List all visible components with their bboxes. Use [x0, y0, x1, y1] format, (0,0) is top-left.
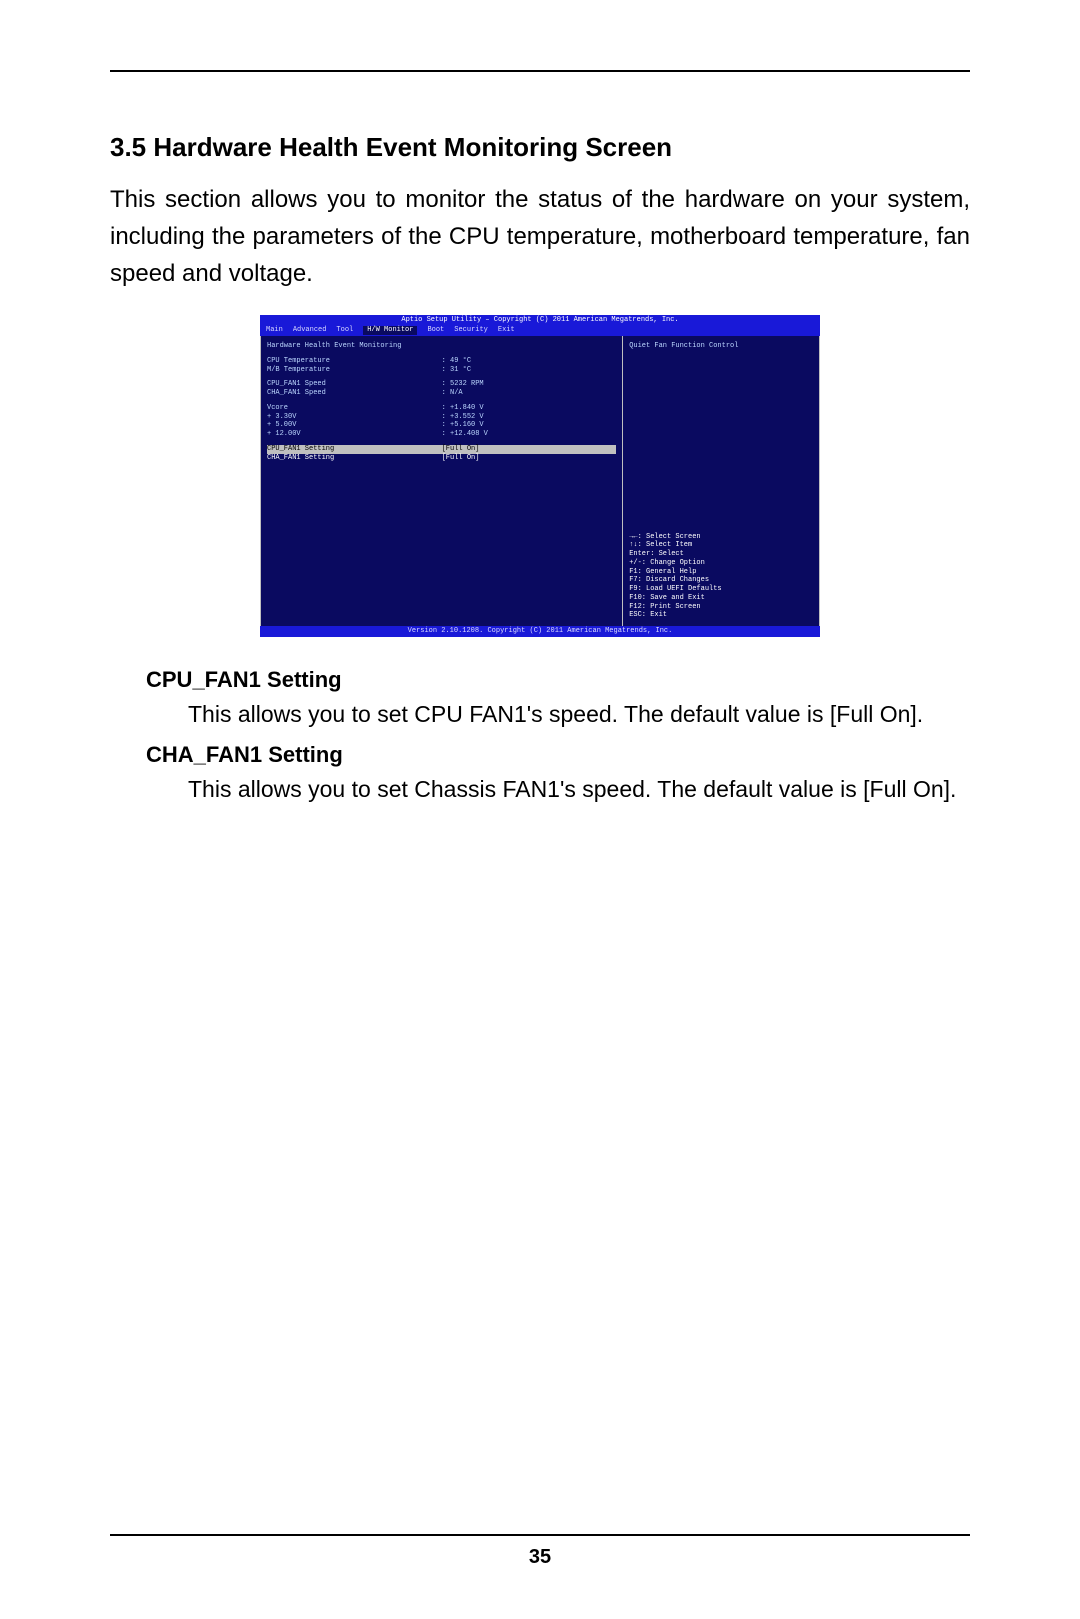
bios-menu-advanced[interactable]: Advanced [293, 326, 327, 335]
bios-row-cpu-fan1-setting[interactable]: CPU_FAN1 Setting [Full On] [267, 445, 616, 454]
bios-key: +/-: Change Option [629, 559, 813, 568]
bios-row-value: : +12.408 V [442, 430, 617, 439]
bios-row-value: [Full On] [442, 454, 617, 463]
item-body-cpu-fan1: This allows you to set CPU FAN1's speed.… [188, 697, 970, 733]
bios-row-label: CPU Temperature [267, 357, 442, 366]
bios-row-label: + 12.00V [267, 430, 442, 439]
bios-row-label: + 5.00V [267, 421, 442, 430]
item-title-cpu-fan1: CPU_FAN1 Setting [146, 667, 970, 693]
item-body-cha-fan1: This allows you to set Chassis FAN1's sp… [188, 772, 970, 808]
section-title: 3.5 Hardware Health Event Monitoring Scr… [110, 132, 970, 163]
bios-key: F1: General Help [629, 568, 813, 577]
bios-row-label: CHA_FAN1 Setting [267, 454, 442, 463]
bios-key: F12: Print Screen [629, 603, 813, 612]
bios-titlebar: Aptio Setup Utility – Copyright (C) 2011… [260, 315, 820, 326]
top-rule [110, 70, 970, 72]
bios-item-help: Quiet Fan Function Control [629, 342, 813, 351]
bios-row-value: : N/A [442, 389, 617, 398]
bios-key: ESC: Exit [629, 611, 813, 620]
bios-screen-header: Hardware Health Event Monitoring [267, 342, 616, 351]
bios-row-label: CHA_FAN1 Speed [267, 389, 442, 398]
bios-menu-hwmonitor[interactable]: H/W Monitor [363, 326, 417, 335]
bios-row: CPU Temperature : 49 °C [267, 357, 616, 366]
bios-row-label: CPU_FAN1 Speed [267, 380, 442, 389]
bios-row: + 3.30V : +3.552 V [267, 413, 616, 422]
bios-key-help: →←: Select Screen ↑↓: Select Item Enter:… [629, 533, 813, 621]
bios-row-label: + 3.30V [267, 413, 442, 422]
bios-menu-main[interactable]: Main [266, 326, 283, 335]
bios-row-value: [Full On] [442, 445, 617, 454]
bios-screenshot: Aptio Setup Utility – Copyright (C) 2011… [260, 315, 820, 637]
bios-row: CHA_FAN1 Speed : N/A [267, 389, 616, 398]
page-footer: 35 [110, 1534, 970, 1569]
bios-key: ↑↓: Select Item [629, 541, 813, 550]
bios-menu-security[interactable]: Security [454, 326, 488, 335]
bios-row-value: : +1.840 V [442, 404, 617, 413]
bios-row: + 5.00V : +5.160 V [267, 421, 616, 430]
bios-row: M/B Temperature : 31 °C [267, 366, 616, 375]
bios-key: F10: Save and Exit [629, 594, 813, 603]
bios-footer: Version 2.10.1208. Copyright (C) 2011 Am… [260, 626, 820, 637]
bios-row: + 12.00V : +12.408 V [267, 430, 616, 439]
bios-row-value: : 31 °C [442, 366, 617, 375]
page-number: 35 [110, 1546, 970, 1569]
bios-body: Hardware Health Event Monitoring CPU Tem… [260, 336, 820, 626]
section-intro: This section allows you to monitor the s… [110, 181, 970, 293]
bios-menubar: Main Advanced Tool H/W Monitor Boot Secu… [260, 325, 820, 336]
bios-menu-boot[interactable]: Boot [427, 326, 444, 335]
bios-row-label: M/B Temperature [267, 366, 442, 375]
bios-row-value: : +3.552 V [442, 413, 617, 422]
bios-key: →←: Select Screen [629, 533, 813, 542]
bios-menu-exit[interactable]: Exit [498, 326, 515, 335]
bios-row-value: : +5.160 V [442, 421, 617, 430]
manual-page: 3.5 Hardware Health Event Monitoring Scr… [0, 0, 1080, 1619]
bios-row-value: : 49 °C [442, 357, 617, 366]
bios-key: Enter: Select [629, 550, 813, 559]
bios-row: Vcore : +1.840 V [267, 404, 616, 413]
bios-row: CPU_FAN1 Speed : 5232 RPM [267, 380, 616, 389]
bios-row-cha-fan1-setting[interactable]: CHA_FAN1 Setting [Full On] [267, 454, 616, 463]
bottom-rule [110, 1534, 970, 1536]
item-title-cha-fan1: CHA_FAN1 Setting [146, 742, 970, 768]
bios-key: F9: Load UEFI Defaults [629, 585, 813, 594]
bios-left-pane: Hardware Health Event Monitoring CPU Tem… [261, 336, 623, 626]
bios-right-pane: Quiet Fan Function Control →←: Select Sc… [623, 336, 819, 626]
bios-row-label: CPU_FAN1 Setting [267, 445, 442, 454]
bios-key: F7: Discard Changes [629, 576, 813, 585]
bios-row-value: : 5232 RPM [442, 380, 617, 389]
bios-menu-tool[interactable]: Tool [336, 326, 353, 335]
bios-row-label: Vcore [267, 404, 442, 413]
